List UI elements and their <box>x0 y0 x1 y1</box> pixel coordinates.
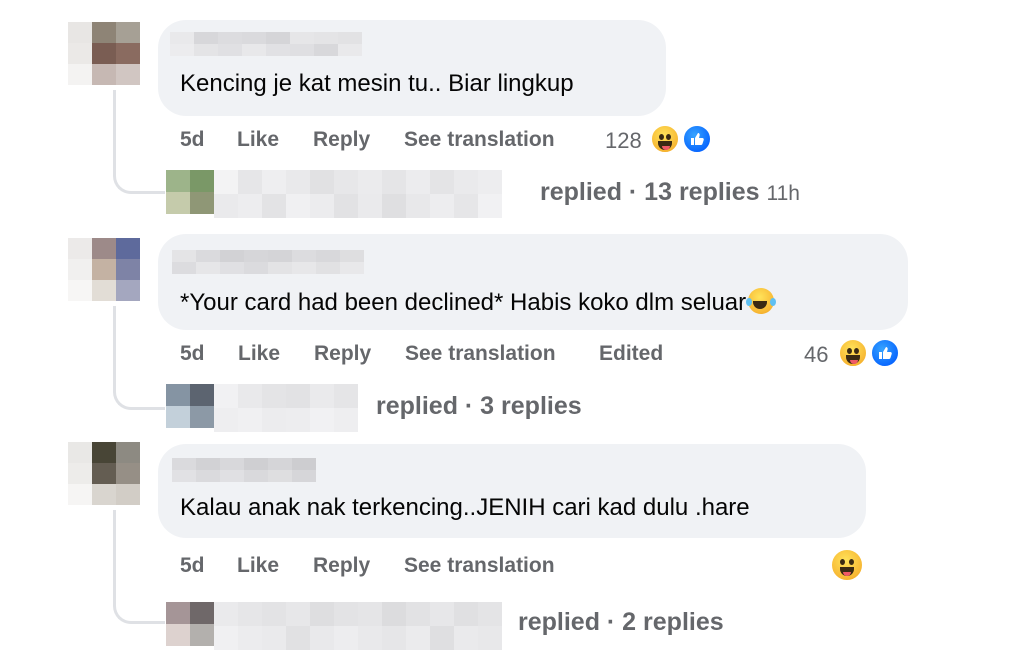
thread-connector <box>113 510 165 624</box>
reaction-count[interactable]: 128 <box>605 128 642 154</box>
comment-actions: 5d Like Reply See translation <box>180 554 740 584</box>
like-reaction-icon <box>682 124 712 154</box>
comment-text: Kencing je kat mesin tu.. Biar lingkup <box>180 70 574 97</box>
comment-bubble[interactable]: *Your card had been declined* Habis koko… <box>158 234 908 330</box>
repliers-names-blurred[interactable] <box>214 602 502 650</box>
like-reaction-icon <box>870 338 900 368</box>
reaction-count[interactable]: 46 <box>804 342 828 368</box>
reply-button[interactable]: Reply <box>314 342 371 366</box>
commenter-avatar[interactable] <box>68 442 140 505</box>
view-replies-link[interactable]: replied · 2 replies <box>518 608 724 637</box>
comment-bubble[interactable]: Kalau anak nak terkencing..JENIH cari ka… <box>158 444 866 538</box>
comment-text: Kalau anak nak terkencing..JENIH cari ka… <box>180 494 750 521</box>
comment-time[interactable]: 5d <box>180 342 205 366</box>
commenter-name-blurred[interactable] <box>170 32 362 56</box>
laughing-tears-emoji <box>746 288 777 314</box>
edited-label: Edited <box>599 342 664 365</box>
replies-time: 11h <box>766 182 800 205</box>
see-translation-button[interactable]: See translation <box>404 128 555 152</box>
reply-button[interactable]: Reply <box>313 554 370 578</box>
thread-connector <box>113 306 165 410</box>
comment-text: *Your card had been declined* Habis koko… <box>180 284 777 317</box>
haha-reaction-icon[interactable] <box>830 548 864 582</box>
replier-avatar[interactable] <box>166 384 214 428</box>
view-replies-link[interactable]: replied · 3 replies <box>376 392 582 421</box>
replier-avatar[interactable] <box>166 170 214 214</box>
comment-bubble[interactable]: Kencing je kat mesin tu.. Biar lingkup <box>158 20 666 116</box>
view-replies-link[interactable]: replied · 13 replies 11h <box>540 178 800 207</box>
haha-reaction-icon <box>838 338 868 368</box>
reply-button[interactable]: Reply <box>313 128 370 152</box>
repliers-names-blurred[interactable] <box>214 384 358 432</box>
commenter-name-blurred[interactable] <box>172 458 316 482</box>
comment-actions: 5d Like Reply See translation Edited 46 <box>180 342 860 372</box>
comment-time[interactable]: 5d <box>180 128 205 152</box>
see-translation-button[interactable]: See translation <box>405 342 556 366</box>
see-translation-button[interactable]: See translation <box>404 554 555 578</box>
replier-avatar[interactable] <box>166 602 214 646</box>
like-button[interactable]: Like <box>237 554 279 578</box>
like-button[interactable]: Like <box>238 342 280 366</box>
commenter-name-blurred[interactable] <box>172 250 364 274</box>
comment-time[interactable]: 5d <box>180 554 205 578</box>
repliers-names-blurred[interactable] <box>214 170 502 218</box>
thread-connector <box>113 90 165 194</box>
like-button[interactable]: Like <box>237 128 279 152</box>
commenter-avatar[interactable] <box>68 22 140 85</box>
haha-reaction-icon <box>650 124 680 154</box>
commenter-avatar[interactable] <box>68 238 140 301</box>
